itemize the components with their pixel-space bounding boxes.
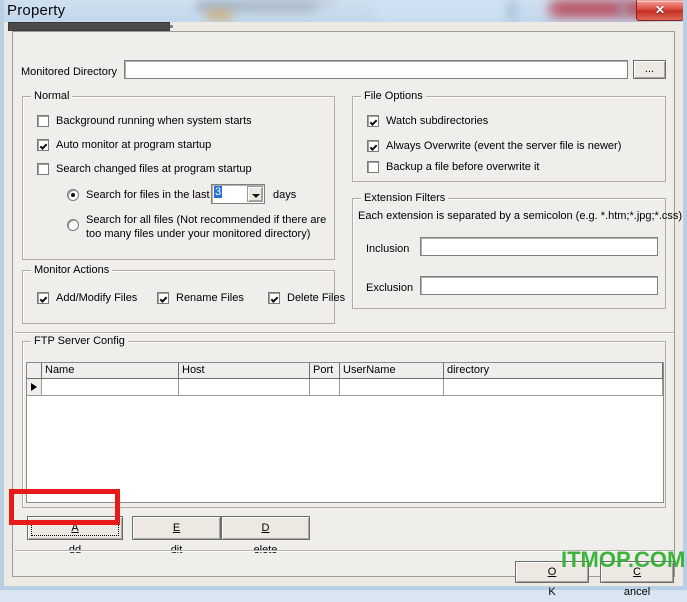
section-divider	[15, 332, 674, 334]
tab-strip[interactable]	[8, 22, 170, 31]
grid-header-directory[interactable]: directory	[444, 363, 663, 379]
radio-search-all-files-label: Search for all files (Not recommended if…	[86, 214, 327, 226]
window-title: Property	[7, 2, 66, 19]
ftp-server-grid[interactable]: Name Host Port UserName directory	[26, 362, 664, 503]
checkbox-background-running[interactable]	[37, 115, 49, 127]
inclusion-label: Inclusion	[366, 243, 410, 255]
file-options-group-title: File Options	[361, 90, 426, 102]
radio-search-all-files-label2: too many files under your monitored dire…	[86, 228, 311, 240]
close-x-icon: ✕	[654, 3, 666, 17]
delete-button[interactable]: Delete	[221, 516, 310, 556]
checkbox-watch-subdirectories-label: Watch subdirectories	[386, 115, 489, 127]
browse-directory-button[interactable]: ...	[633, 60, 666, 79]
checkbox-backup-before-overwrite-label: Backup a file before overwrite it	[386, 161, 540, 173]
radio-search-last-days[interactable]	[67, 189, 79, 201]
ok-button-label: K	[548, 586, 556, 598]
file-options-group: File Options Watch subdirectories Always…	[352, 90, 666, 182]
radio-search-last-days-label: Search for files in the last	[86, 189, 210, 201]
inclusion-input[interactable]	[420, 237, 658, 256]
add-button-annotation-highlight	[9, 489, 120, 525]
watermark: ITMOP.COM	[561, 547, 686, 572]
extension-filters-hint: Each extension is separated by a semicol…	[358, 210, 683, 222]
row-indicator-arrow-icon	[27, 379, 42, 396]
normal-group-title: Normal	[31, 90, 73, 102]
radio-search-all-files[interactable]	[67, 219, 79, 231]
grid-header-row: Name Host Port UserName directory	[27, 363, 663, 379]
checkbox-always-overwrite-label: Always Overwrite (event the server file …	[386, 140, 622, 152]
exclusion-input[interactable]	[420, 276, 658, 295]
browse-ellipsis-label: ...	[644, 63, 655, 75]
grid-header-indicator	[27, 363, 42, 379]
close-button[interactable]: ✕	[636, 0, 684, 21]
monitor-actions-group: Monitor Actions Add/Modify Files Rename …	[22, 264, 345, 324]
exclusion-label: Exclusion	[366, 282, 414, 294]
grid-header-host[interactable]: Host	[179, 363, 310, 379]
cell-name[interactable]	[42, 379, 179, 396]
checkbox-rename-files-label: Rename Files	[176, 292, 244, 304]
checkbox-rename-files[interactable]	[157, 292, 169, 304]
days-unit-label: days	[273, 189, 297, 201]
table-row[interactable]	[27, 379, 663, 396]
property-dialog-window: Property ✕ Monitored Directory ... Norma…	[0, 0, 687, 598]
days-value: 3	[214, 186, 223, 198]
tab-marker-icon	[170, 25, 173, 28]
grid-header-name[interactable]: Name	[42, 363, 179, 379]
ftp-server-config-group: FTP Server Config Name Host Port UserNam…	[22, 335, 666, 508]
checkbox-delete-files[interactable]	[268, 292, 280, 304]
title-bar: Property ✕	[0, 0, 687, 22]
grid-header-username[interactable]: UserName	[340, 363, 444, 379]
cell-directory[interactable]	[444, 379, 663, 396]
monitored-directory-input[interactable]	[124, 60, 628, 79]
cell-port[interactable]	[310, 379, 340, 396]
checkbox-auto-monitor[interactable]	[37, 139, 49, 151]
ftp-server-config-title: FTP Server Config	[31, 335, 128, 347]
extension-filters-group: Extension Filters Each extension is sepa…	[352, 192, 682, 309]
checkbox-watch-subdirectories[interactable]	[367, 115, 379, 127]
cell-host[interactable]	[179, 379, 310, 396]
checkbox-auto-monitor-label: Auto monitor at program startup	[56, 139, 212, 151]
monitor-actions-group-title: Monitor Actions	[31, 264, 113, 276]
extension-filters-group-title: Extension Filters	[361, 192, 449, 204]
normal-group: Normal Background running when system st…	[22, 90, 335, 260]
checkbox-backup-before-overwrite[interactable]	[367, 161, 379, 173]
grid-header-port[interactable]: Port	[310, 363, 340, 379]
checkbox-always-overwrite[interactable]	[367, 140, 379, 152]
chevron-down-icon[interactable]	[247, 186, 263, 202]
checkbox-add-modify-files-label: Add/Modify Files	[56, 292, 138, 304]
edit-button[interactable]: Edit	[132, 516, 221, 556]
checkbox-search-changed-files[interactable]	[37, 163, 49, 175]
checkbox-add-modify-files[interactable]	[37, 292, 49, 304]
days-combobox[interactable]: 3	[211, 184, 265, 204]
checkbox-delete-files-label: Delete Files	[287, 292, 346, 304]
checkbox-search-changed-files-label: Search changed files at program startup	[56, 163, 252, 175]
monitored-directory-label: Monitored Directory	[21, 66, 117, 78]
cancel-button-label: ancel	[623, 586, 651, 598]
checkbox-background-running-label: Background running when system starts	[56, 115, 252, 127]
delete-button-accel: D	[261, 522, 270, 534]
edit-button-accel: E	[172, 522, 181, 534]
cell-username[interactable]	[340, 379, 444, 396]
